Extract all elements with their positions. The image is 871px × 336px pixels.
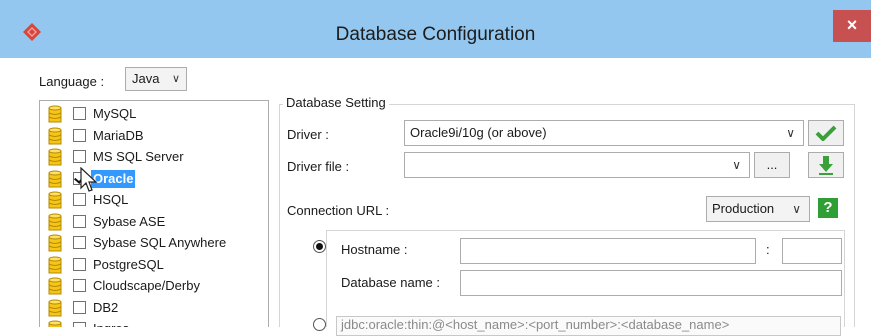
- list-item[interactable]: DB2: [40, 298, 268, 319]
- database-icon: [48, 277, 62, 295]
- database-icon: [48, 256, 62, 273]
- database-label: Sybase ASE: [93, 213, 166, 229]
- database-checkbox[interactable]: [73, 128, 86, 142]
- database-label: MariaDB: [93, 127, 144, 143]
- database-icon: [48, 148, 62, 166]
- database-checkbox[interactable]: [73, 279, 86, 292]
- chevron-down-icon: ∨: [792, 202, 801, 216]
- database-checkbox[interactable]: [73, 236, 86, 249]
- database-icon: [48, 170, 62, 187]
- database-checkbox[interactable]: [73, 107, 86, 120]
- database-label: Cloudscape/Derby: [93, 278, 200, 293]
- checkmark-icon: [815, 125, 837, 142]
- database-icon: [48, 320, 62, 327]
- list-item[interactable]: Cloudscape/Derby: [40, 276, 268, 297]
- database-icon: [48, 127, 62, 144]
- list-item[interactable]: Sybase SQL Anywhere: [40, 233, 268, 254]
- database-checkbox[interactable]: [73, 300, 86, 314]
- database-icon: [48, 105, 62, 123]
- help-icon[interactable]: ?: [818, 198, 838, 218]
- database-checkbox[interactable]: [73, 214, 86, 228]
- download-driver-button[interactable]: [808, 152, 844, 178]
- driver-label: Driver :: [287, 127, 329, 142]
- language-value: Java: [132, 71, 160, 86]
- database-icon: [48, 191, 62, 209]
- database-checkbox[interactable]: [73, 150, 86, 163]
- database-icon: [48, 213, 62, 230]
- list-item[interactable]: Ingres: [40, 319, 268, 327]
- list-item[interactable]: MS SQL Server: [40, 147, 268, 168]
- close-button[interactable]: ×: [833, 10, 871, 42]
- database-name-label: Database name :: [341, 275, 441, 290]
- list-item[interactable]: MySQL: [40, 104, 268, 125]
- environment-select[interactable]: Production ∨: [706, 196, 810, 222]
- language-label: Language :: [39, 74, 105, 89]
- url-radio[interactable]: [313, 318, 326, 331]
- hostname-input[interactable]: [460, 238, 756, 264]
- database-icon: [48, 299, 62, 316]
- list-item[interactable]: Oracle: [40, 169, 268, 190]
- database-label: Sybase SQL Anywhere: [93, 235, 227, 250]
- port-separator: :: [766, 242, 770, 257]
- database-label: PostgreSQL: [93, 256, 164, 272]
- database-label: Ingres: [93, 321, 129, 327]
- driver-value: Oracle9i/10g (or above): [410, 125, 547, 140]
- database-label: MySQL: [93, 106, 137, 121]
- database-setting-title: Database Setting: [283, 95, 389, 110]
- hostname-radio[interactable]: [313, 240, 326, 253]
- connection-url-field[interactable]: jdbc:oracle:thin:@<host_name>:<port_numb…: [336, 316, 841, 336]
- database-checkbox[interactable]: [73, 322, 86, 327]
- verify-driver-button[interactable]: [808, 120, 844, 146]
- driver-file-select[interactable]: ∨: [404, 152, 750, 178]
- hostname-label: Hostname :: [341, 242, 408, 257]
- driver-select[interactable]: Oracle9i/10g (or above) ∨: [404, 120, 804, 146]
- language-select[interactable]: Java ∨: [125, 67, 187, 91]
- database-label: HSQL: [93, 192, 129, 207]
- database-label: MS SQL Server: [93, 149, 184, 164]
- database-checkbox[interactable]: [73, 257, 86, 271]
- mouse-cursor-icon: [80, 167, 98, 192]
- driver-file-label: Driver file :: [287, 159, 350, 174]
- database-list[interactable]: MySQL MariaDB MS SQL Server Oracle HSQL Sybas…: [39, 100, 269, 327]
- database-icon: [48, 234, 62, 252]
- window-title: Database Configuration: [335, 24, 536, 45]
- database-name-input[interactable]: [460, 270, 842, 296]
- connection-url-label: Connection URL :: [287, 203, 390, 218]
- list-item[interactable]: Sybase ASE: [40, 212, 268, 233]
- list-item[interactable]: HSQL: [40, 190, 268, 211]
- download-arrow-icon: [819, 156, 833, 175]
- port-input[interactable]: [782, 238, 842, 264]
- database-label: DB2: [93, 299, 119, 315]
- browse-driver-file-button[interactable]: ...: [754, 152, 790, 178]
- list-item[interactable]: MariaDB: [40, 126, 268, 147]
- chevron-down-icon: ∨: [786, 126, 795, 140]
- chevron-down-icon: ∨: [171, 73, 180, 85]
- list-item[interactable]: PostgreSQL: [40, 255, 268, 276]
- chevron-down-icon: ∨: [732, 158, 741, 172]
- environment-value: Production: [712, 201, 775, 216]
